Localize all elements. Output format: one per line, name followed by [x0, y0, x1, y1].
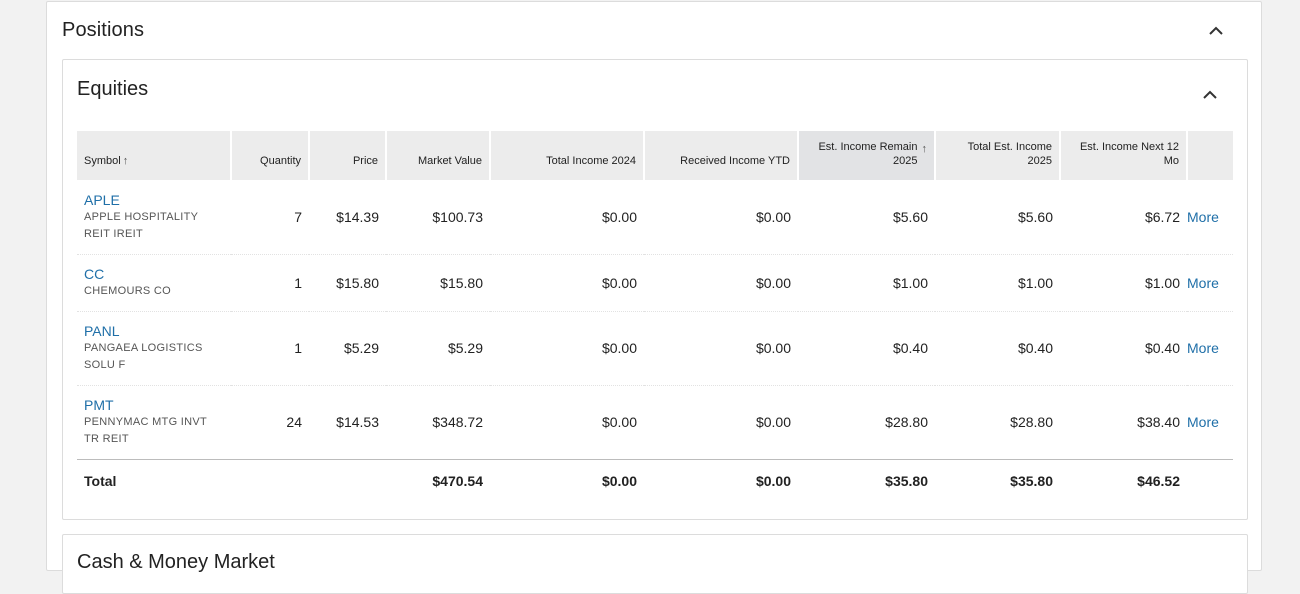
est-income-next-cell: $38.40 [1060, 385, 1187, 460]
quantity-cell: 7 [231, 180, 309, 255]
total-label: Total [77, 458, 231, 503]
total-income-2024-cell: $0.00 [490, 180, 644, 255]
total-total-est-income: $35.80 [935, 458, 1060, 503]
total-est-income-header-line1: Total Est. Income [967, 141, 1052, 153]
symbol-column-header[interactable]: Symbol ↑ [77, 131, 232, 180]
price-cell: $14.39 [309, 180, 386, 255]
symbol-cell: PMT PENNYMAC MTG INVT TR REIT [77, 385, 231, 460]
quantity-cell: 1 [231, 311, 309, 386]
security-description: PANGAEA LOGISTICS [84, 342, 203, 354]
security-description: APPLE HOSPITALITY [84, 210, 199, 223]
total-received-income-ytd: $0.00 [644, 458, 798, 503]
est-income-remain-cell: $5.60 [798, 180, 935, 255]
security-description: TR REIT [84, 433, 129, 445]
symbol-cell: PANL PANGAEA LOGISTICS SOLU F [77, 311, 231, 386]
price-cell: $14.53 [309, 385, 386, 460]
chevron-up-icon [1203, 90, 1217, 99]
table-row: PANL PANGAEA LOGISTICS SOLU F 1 $5.29 $5… [77, 311, 1233, 386]
est-income-remain-cell: $1.00 [798, 254, 935, 312]
cash-money-market-panel: Cash & Money Market [62, 534, 1248, 594]
est-income-remain-header-line2: 2025 [893, 155, 918, 167]
received-income-ytd-cell: $0.00 [644, 254, 798, 312]
equities-collapse-button[interactable] [1201, 85, 1219, 103]
quantity-cell: 24 [231, 385, 309, 460]
market-value-cell: $100.73 [386, 180, 490, 255]
received-income-ytd-column-header[interactable]: Received Income YTD [644, 131, 799, 180]
symbol-link[interactable]: PMT [84, 396, 224, 414]
total-quantity-cell [231, 458, 309, 503]
est-income-remain-column-header[interactable]: Est. Income Remain 2025 ↑ [798, 131, 936, 180]
total-est-income-next: $46.52 [1060, 458, 1187, 503]
total-row: Total $470.54 $0.00 $0.00 $35.80 $35.80 … [77, 458, 1233, 503]
total-market-value: $470.54 [386, 458, 490, 503]
quantity-column-header[interactable]: Quantity [231, 131, 310, 180]
chevron-up-icon [1209, 26, 1223, 35]
total-price-cell [309, 458, 386, 503]
est-income-next-cell: $6.72 [1060, 180, 1187, 255]
total-est-income-remain: $35.80 [798, 458, 935, 503]
symbol-cell: APLE APPLE HOSPITALITY REIT IREIT [77, 180, 231, 255]
total-est-income-cell: $5.60 [935, 180, 1060, 255]
more-link[interactable]: More [1187, 385, 1233, 460]
est-income-next-header-line1: Est. Income Next 12 [1079, 141, 1179, 153]
market-value-column-header[interactable]: Market Value [386, 131, 491, 180]
table-header-row: Symbol ↑ Quantity Price Market Value Tota… [77, 131, 1233, 180]
price-cell: $15.80 [309, 254, 386, 312]
quantity-cell: 1 [231, 254, 309, 312]
total-income-2024-cell: $0.00 [490, 311, 644, 386]
est-income-remain-cell: $28.80 [798, 385, 935, 460]
symbol-header-label: Symbol [84, 155, 121, 167]
price-column-header[interactable]: Price [309, 131, 387, 180]
est-income-next-cell: $1.00 [1060, 254, 1187, 312]
positions-panel: Positions Equities Symbol ↑ Quantity Pric… [46, 1, 1262, 594]
total-est-income-header-line2: 2025 [1027, 155, 1052, 167]
table-row: PMT PENNYMAC MTG INVT TR REIT 24 $14.53 … [77, 385, 1233, 460]
actions-column-header [1187, 131, 1233, 180]
total-income-2024: $0.00 [490, 458, 644, 503]
symbol-link[interactable]: PANL [84, 322, 224, 340]
equities-panel: Equities Symbol ↑ Quantity Price Market V… [62, 59, 1248, 520]
total-est-income-cell: $28.80 [935, 385, 1060, 460]
received-income-ytd-cell: $0.00 [644, 180, 798, 255]
total-income-2024-cell: $0.00 [490, 254, 644, 312]
total-est-income-cell: $1.00 [935, 254, 1060, 312]
equities-title: Equities [77, 78, 149, 100]
total-income-2024-column-header[interactable]: Total Income 2024 [490, 131, 645, 180]
est-income-next-cell: $0.40 [1060, 311, 1187, 386]
received-income-ytd-cell: $0.00 [644, 311, 798, 386]
more-link[interactable]: More [1187, 180, 1233, 255]
more-link[interactable]: More [1187, 254, 1233, 312]
security-description: CHEMOURS CO [84, 285, 172, 297]
cash-money-market-title: Cash & Money Market [77, 551, 275, 573]
total-income-2024-cell: $0.00 [490, 385, 644, 460]
market-value-cell: $348.72 [386, 385, 490, 460]
security-description: PENNYMAC MTG INVT [84, 416, 208, 428]
table-row: CC CHEMOURS CO 1 $15.80 $15.80 $0.00 $0.… [77, 254, 1233, 312]
more-link[interactable]: More [1187, 311, 1233, 386]
price-cell: $5.29 [309, 311, 386, 386]
est-income-remain-cell: $0.40 [798, 311, 935, 386]
total-est-income-cell: $0.40 [935, 311, 1060, 386]
symbol-cell: CC CHEMOURS CO [77, 254, 231, 312]
security-description: SOLU F [84, 359, 126, 371]
security-description: REIT IREIT [84, 227, 144, 240]
symbol-link[interactable]: CC [84, 265, 224, 283]
sort-arrow-icon: ↑ [122, 155, 129, 167]
positions-title: Positions [62, 19, 145, 41]
positions-collapse-button[interactable] [1207, 21, 1225, 39]
market-value-cell: $5.29 [386, 311, 490, 386]
est-income-remain-header-line1: Est. Income Remain [818, 141, 918, 153]
market-value-cell: $15.80 [386, 254, 490, 312]
sort-arrow-icon: ↑ [921, 143, 928, 155]
est-income-next-header-line2: Mo [1163, 155, 1179, 167]
symbol-link[interactable]: APLE [84, 191, 224, 209]
total-est-income-column-header[interactable]: Total Est. Income 2025 [935, 131, 1061, 180]
total-actions-cell [1187, 458, 1233, 503]
equities-table: Symbol ↑ Quantity Price Market Value Tota… [77, 131, 1233, 503]
received-income-ytd-cell: $0.00 [644, 385, 798, 460]
est-income-next-column-header[interactable]: Est. Income Next 12 Mo [1060, 131, 1188, 180]
table-row: APLE APPLE HOSPITALITY REIT IREIT 7 $14.… [77, 180, 1233, 255]
